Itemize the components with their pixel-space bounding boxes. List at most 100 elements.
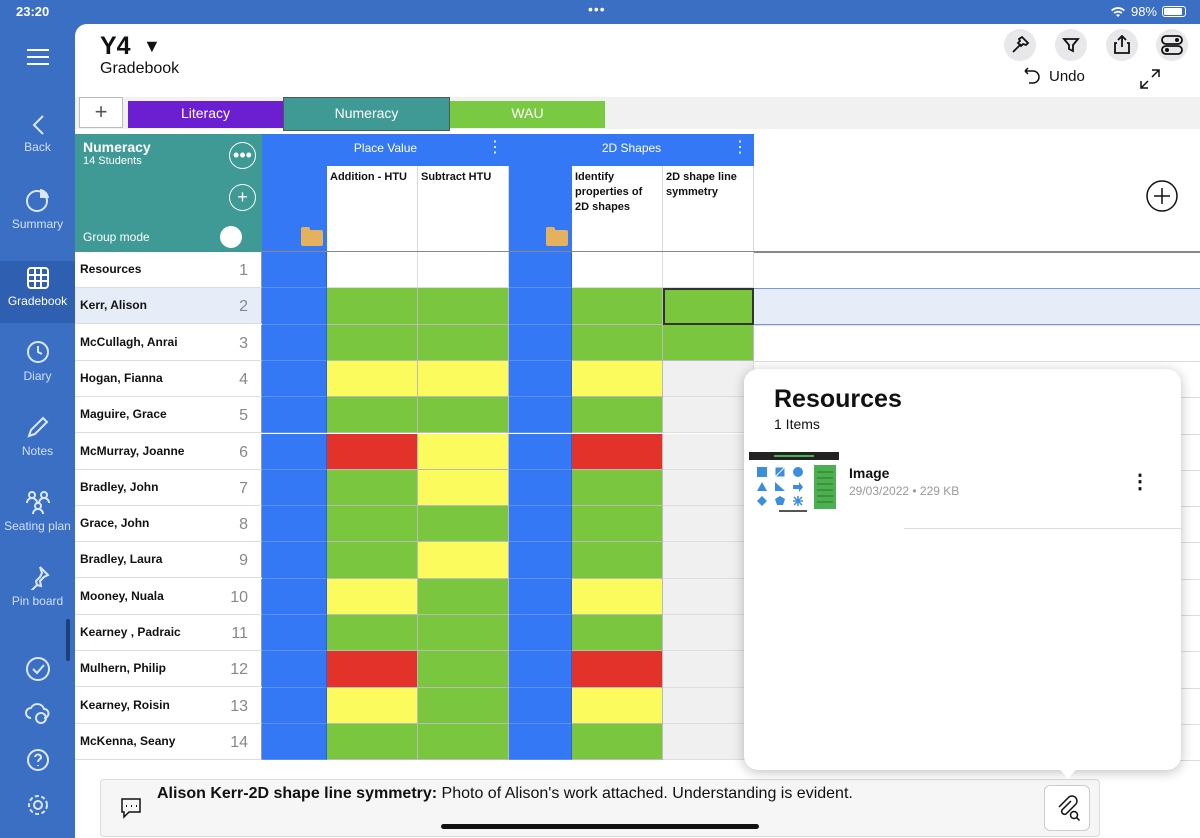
grade-cell[interactable]: [327, 723, 418, 761]
tab-wau[interactable]: WAU: [450, 101, 605, 128]
folder-column-cell[interactable]: [509, 252, 572, 289]
folder-column-cell[interactable]: [262, 397, 327, 434]
grade-cell[interactable]: [327, 506, 418, 543]
more-vertical-icon[interactable]: ⋮: [1130, 469, 1150, 494]
grade-cell[interactable]: [663, 651, 754, 688]
grade-cell[interactable]: [327, 651, 418, 688]
grade-cell[interactable]: [418, 723, 509, 761]
sidebar-item-summary[interactable]: Summary: [0, 187, 75, 231]
student-row-label[interactable]: McCullagh, Anrai 3: [75, 324, 262, 361]
resource-thumbnail[interactable]: [749, 452, 839, 514]
student-row-label[interactable]: Mooney, Nuala 10: [75, 578, 262, 615]
folder-column-cell[interactable]: [509, 360, 572, 398]
folder-column-cell[interactable]: [509, 469, 572, 507]
more-vertical-icon[interactable]: ⋮: [487, 134, 503, 162]
grade-cell[interactable]: [572, 687, 663, 724]
add-student-button[interactable]: +: [229, 184, 256, 211]
grade-cell[interactable]: [418, 360, 509, 398]
resources-row-label[interactable]: Resources 1: [75, 252, 262, 288]
folder-column-cell[interactable]: [509, 651, 572, 688]
tools-button[interactable]: [1004, 29, 1036, 61]
column-header-identify-properties[interactable]: Identify properties of 2D shapes: [572, 166, 663, 252]
folder-column-cell[interactable]: [262, 288, 327, 325]
grade-cell[interactable]: [572, 542, 663, 579]
grade-cell[interactable]: [418, 469, 509, 507]
sidebar-item-gradebook[interactable]: Gradebook: [0, 261, 75, 323]
folder-column-cell[interactable]: [262, 578, 327, 615]
folder-column-cell[interactable]: [509, 615, 572, 652]
expand-button[interactable]: [1139, 68, 1161, 95]
column-group-place-value[interactable]: Place Value ⋮: [262, 134, 509, 166]
undo-button[interactable]: Undo: [1021, 67, 1085, 85]
student-row-label[interactable]: Bradley, John 7: [75, 469, 262, 506]
grade-cell[interactable]: [418, 542, 509, 579]
folder-column-cell[interactable]: [262, 651, 327, 688]
grade-cell[interactable]: [663, 506, 754, 543]
column-group-2d-shapes[interactable]: 2D Shapes ⋮: [509, 134, 754, 166]
grade-cell[interactable]: [572, 360, 663, 398]
folder-column-cell[interactable]: [509, 324, 572, 361]
folder-column-cell[interactable]: [262, 687, 327, 724]
grade-cell[interactable]: [663, 687, 754, 724]
sidebar-item-notes[interactable]: Notes: [0, 414, 75, 458]
grade-cell[interactable]: [418, 397, 509, 434]
student-row-label[interactable]: Hogan, Fianna 4: [75, 360, 262, 397]
grade-cell[interactable]: [572, 324, 663, 361]
home-indicator[interactable]: [441, 824, 759, 829]
student-row-label[interactable]: McKenna, Seany 14: [75, 723, 262, 760]
filter-button[interactable]: [1055, 29, 1087, 61]
folder-column-cell[interactable]: [509, 578, 572, 615]
grade-cell[interactable]: [663, 542, 754, 579]
folder-column-cell[interactable]: [262, 469, 327, 507]
grade-cell[interactable]: [572, 469, 663, 507]
grade-cell[interactable]: [663, 578, 754, 615]
grade-cell[interactable]: [418, 506, 509, 543]
student-row-label[interactable]: Bradley, Laura 9: [75, 542, 262, 579]
sidebar-item-pin-board[interactable]: Pin board: [0, 564, 75, 608]
menu-button[interactable]: [0, 48, 75, 70]
attachment-button[interactable]: [1044, 785, 1090, 831]
tab-numeracy[interactable]: Numeracy: [283, 97, 450, 131]
grade-cell[interactable]: [418, 288, 509, 325]
student-row-label[interactable]: Kerr, Alison 2: [75, 288, 262, 325]
grade-cell[interactable]: [663, 252, 754, 289]
grade-cell[interactable]: [327, 252, 418, 289]
settings-button[interactable]: [0, 792, 75, 822]
grade-cell[interactable]: [663, 615, 754, 652]
checkmark-button[interactable]: [0, 656, 75, 686]
grade-cell[interactable]: [572, 651, 663, 688]
student-row-label[interactable]: McMurray, Joanne 6: [75, 433, 262, 470]
grade-cell[interactable]: [327, 615, 418, 652]
help-button[interactable]: [0, 747, 75, 777]
folder-column-cell[interactable]: [262, 723, 327, 761]
grade-cell[interactable]: [418, 433, 509, 470]
folder-column-cell[interactable]: [262, 542, 327, 579]
share-button[interactable]: [1106, 29, 1138, 61]
grade-cell[interactable]: [327, 324, 418, 361]
folder-column-cell[interactable]: [262, 433, 327, 470]
add-column-button[interactable]: [1146, 180, 1178, 217]
grade-cell[interactable]: [572, 288, 663, 325]
folder-column-cell[interactable]: [262, 506, 327, 543]
student-row-label[interactable]: Mulhern, Philip 12: [75, 651, 262, 688]
student-row-label[interactable]: Kearney , Padraic 11: [75, 615, 262, 651]
grade-cell[interactable]: [663, 360, 754, 398]
grade-cell[interactable]: [418, 651, 509, 688]
grade-cell[interactable]: [418, 324, 509, 361]
grade-cell[interactable]: [327, 397, 418, 434]
class-title[interactable]: Y4: [100, 32, 131, 61]
resource-name[interactable]: Image: [849, 465, 889, 481]
grade-cell[interactable]: [327, 542, 418, 579]
sidebar-item-diary[interactable]: Diary: [0, 339, 75, 383]
folder-column-cell[interactable]: [262, 324, 327, 361]
folder-column-cell[interactable]: [262, 360, 327, 398]
grade-cell[interactable]: [572, 723, 663, 761]
grade-cell[interactable]: [418, 252, 509, 289]
sidebar-item-back[interactable]: Back: [0, 114, 75, 154]
folder-column-cell[interactable]: [509, 433, 572, 470]
more-vertical-icon[interactable]: ⋮: [732, 134, 748, 162]
multitask-dots-icon[interactable]: •••: [588, 1, 606, 17]
column-header-addition[interactable]: Addition - HTU: [327, 166, 418, 252]
sidebar-item-seating-plan[interactable]: Seating plan: [0, 489, 75, 533]
folder-column-cell[interactable]: [262, 615, 327, 652]
